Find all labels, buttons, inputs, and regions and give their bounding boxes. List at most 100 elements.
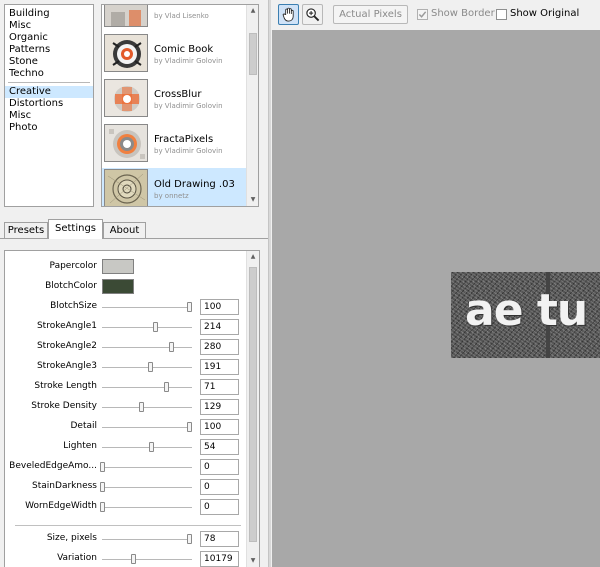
category-item-organic[interactable]: Organic bbox=[5, 32, 93, 44]
wornedgewidth-slider-track[interactable] bbox=[102, 507, 192, 508]
panel-splitter[interactable] bbox=[268, 0, 271, 567]
strokeangle3-slider-track[interactable] bbox=[102, 367, 192, 368]
detail-value-field[interactable]: 100 bbox=[200, 419, 239, 435]
scroll-thumb[interactable] bbox=[249, 33, 257, 75]
variation-slider-track[interactable] bbox=[102, 559, 192, 560]
preview-canvas[interactable]: ae tu bbox=[272, 30, 600, 567]
scroll-thumb[interactable] bbox=[249, 267, 257, 542]
hand-icon bbox=[282, 7, 294, 22]
filter-author: by Vladimir Golovin bbox=[154, 57, 223, 65]
strokeangle1-slider-handle[interactable] bbox=[153, 322, 158, 332]
detail-slider-handle[interactable] bbox=[187, 422, 192, 432]
lighten-slider-handle[interactable] bbox=[149, 442, 154, 452]
tab-presets[interactable]: Presets bbox=[4, 222, 48, 239]
blotchsize-value-field[interactable]: 100 bbox=[200, 299, 239, 315]
stroke-density-slider-track[interactable] bbox=[102, 407, 192, 408]
size-pixels-slider-track[interactable] bbox=[102, 539, 192, 540]
setting-label: WornEdgeWidth bbox=[25, 501, 97, 511]
filter-item[interactable]: Comic Book by Vladimir Golovin bbox=[102, 33, 247, 73]
settings-scrollbar[interactable]: ▲ ▼ bbox=[246, 251, 259, 567]
setting-row-wornedgewidth: WornEdgeWidth 0 bbox=[5, 499, 245, 515]
show-original-label: Show Original bbox=[510, 8, 580, 19]
wornedgewidth-value-field[interactable]: 0 bbox=[200, 499, 239, 515]
variation-slider-handle[interactable] bbox=[131, 554, 136, 564]
staindarkness-slider-handle[interactable] bbox=[100, 482, 105, 492]
actual-pixels-button[interactable]: Actual Pixels bbox=[333, 5, 408, 24]
scroll-down-icon[interactable]: ▼ bbox=[247, 194, 258, 206]
tab-about[interactable]: About bbox=[103, 222, 146, 239]
filter-list-scrollbar[interactable]: ▲ ▼ bbox=[246, 5, 258, 206]
papercolor-swatch[interactable] bbox=[102, 259, 134, 274]
show-border-checkbox[interactable] bbox=[417, 9, 428, 20]
strokeangle2-value-field[interactable]: 280 bbox=[200, 339, 239, 355]
checkmark-icon bbox=[418, 11, 427, 18]
strokeangle3-slider-handle[interactable] bbox=[148, 362, 153, 372]
staindarkness-value-field[interactable]: 0 bbox=[200, 479, 239, 495]
filter-item[interactable]: CrossBlur by Vladimir Golovin bbox=[102, 78, 247, 118]
wornedgewidth-slider-handle[interactable] bbox=[100, 502, 105, 512]
tab-bar: Presets Settings About bbox=[0, 219, 270, 239]
setting-row-lighten: Lighten 54 bbox=[5, 439, 245, 455]
category-item-stone[interactable]: Stone bbox=[5, 56, 93, 68]
stroke-density-value-field[interactable]: 129 bbox=[200, 399, 239, 415]
category-item-patterns[interactable]: Patterns bbox=[5, 44, 93, 56]
setting-row-blotchcolor: BlotchColor bbox=[5, 279, 245, 295]
setting-label: Stroke Density bbox=[31, 401, 97, 411]
filter-list[interactable]: by Vlad Lisenko Comic Book by Vladimir Gol… bbox=[101, 4, 259, 207]
stroke-length-slider-track[interactable] bbox=[102, 387, 192, 388]
filter-item[interactable]: Old Drawing .03 by onnetz bbox=[102, 168, 247, 206]
blotchsize-slider-handle[interactable] bbox=[187, 302, 192, 312]
size-pixels-slider-handle[interactable] bbox=[187, 534, 192, 544]
stroke-length-slider-handle[interactable] bbox=[164, 382, 169, 392]
category-item-building[interactable]: Building bbox=[5, 8, 93, 20]
setting-row-strokeangle1: StrokeAngle1 214 bbox=[5, 319, 245, 335]
category-item-techno[interactable]: Techno bbox=[5, 68, 93, 80]
stroke-density-slider-handle[interactable] bbox=[139, 402, 144, 412]
scroll-up-icon[interactable]: ▲ bbox=[247, 251, 259, 263]
category-separator bbox=[8, 82, 90, 83]
show-original-checkbox[interactable] bbox=[496, 9, 507, 20]
settings-divider bbox=[15, 525, 241, 526]
comic-book-thumb bbox=[104, 34, 148, 72]
setting-label: StainDarkness bbox=[32, 481, 97, 491]
bevelededgeamo-value-field[interactable]: 0 bbox=[200, 459, 239, 475]
bevelededgeamo-slider-handle[interactable] bbox=[100, 462, 105, 472]
category-item-photo[interactable]: Photo bbox=[5, 122, 93, 134]
lighten-value-field[interactable]: 54 bbox=[200, 439, 239, 455]
strokeangle2-slider-track[interactable] bbox=[102, 347, 192, 348]
lighten-slider-track[interactable] bbox=[102, 447, 192, 448]
category-item-misc[interactable]: Misc bbox=[5, 20, 93, 32]
variation-value-field[interactable]: 10179 bbox=[200, 551, 239, 567]
scroll-down-icon[interactable]: ▼ bbox=[247, 555, 259, 567]
setting-label: BeveledEdgeAmo... bbox=[9, 461, 97, 471]
filter-item[interactable]: FractaPixels by Vladimir Golovin bbox=[102, 123, 247, 163]
category-item-misc[interactable]: Misc bbox=[5, 110, 93, 122]
filter-name: FractaPixels bbox=[154, 134, 214, 145]
stroke-length-value-field[interactable]: 71 bbox=[200, 379, 239, 395]
setting-row-stroke-density: Stroke Density 129 bbox=[5, 399, 245, 415]
bevelededgeamo-slider-track[interactable] bbox=[102, 467, 192, 468]
scroll-up-icon[interactable]: ▲ bbox=[247, 5, 258, 17]
detail-slider-track[interactable] bbox=[102, 427, 192, 428]
hand-tool-button[interactable] bbox=[278, 4, 299, 25]
category-item-distortions[interactable]: Distortions bbox=[5, 98, 93, 110]
category-item-creative[interactable]: Creative bbox=[5, 86, 93, 98]
blotchsize-slider-track[interactable] bbox=[102, 307, 192, 308]
strokeangle3-value-field[interactable]: 191 bbox=[200, 359, 239, 375]
blotchcolor-swatch[interactable] bbox=[102, 279, 134, 294]
setting-label: Size, pixels bbox=[46, 533, 97, 543]
category-list[interactable]: Building Misc Organic Patterns Stone Techno C… bbox=[4, 4, 94, 207]
tab-settings[interactable]: Settings bbox=[48, 219, 103, 239]
setting-row-strokeangle2: StrokeAngle2 280 bbox=[5, 339, 245, 355]
strokeangle1-value-field[interactable]: 214 bbox=[200, 319, 239, 335]
crossblur-thumb bbox=[104, 79, 148, 117]
setting-label: BlotchColor bbox=[45, 281, 97, 291]
strokeangle2-slider-handle[interactable] bbox=[169, 342, 174, 352]
staindarkness-slider-track[interactable] bbox=[102, 487, 192, 488]
filter-item[interactable]: by Vlad Lisenko bbox=[102, 5, 247, 28]
setting-row-blotchsize: BlotchSize 100 bbox=[5, 299, 245, 315]
size-pixels-value-field[interactable]: 78 bbox=[200, 531, 239, 547]
strokeangle1-slider-track[interactable] bbox=[102, 327, 192, 328]
zoom-tool-button[interactable] bbox=[302, 4, 323, 25]
show-border-label: Show Border bbox=[431, 8, 495, 19]
